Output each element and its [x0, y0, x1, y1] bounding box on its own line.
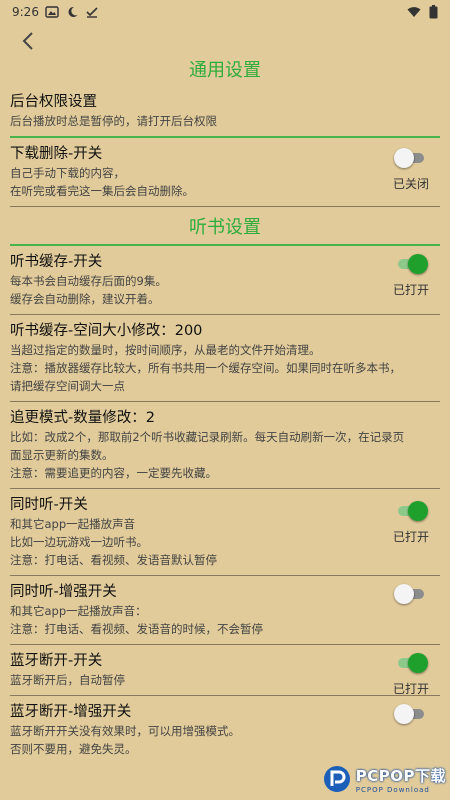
- watermark-sub: PCPOP Download: [355, 785, 430, 794]
- listen-cache-control: 已打开: [388, 254, 434, 298]
- watermark-main: PCPOP下载: [355, 766, 446, 785]
- setting-desc: 否则不要用，避免失灵。: [10, 742, 137, 756]
- download-delete-toggle[interactable]: [394, 148, 428, 168]
- setting-bt-disconnect[interactable]: 蓝牙断开-开关 蓝牙断开后，自动暂停 已打开: [10, 645, 440, 696]
- setting-follow-mode[interactable]: 追更模式-数量修改：2 比如：改成2个，那取前2个听书收藏记录刷新。每天自动刷新…: [10, 402, 440, 489]
- back-button[interactable]: [14, 27, 42, 55]
- setting-desc: 比如一边玩游戏一边听书。: [10, 535, 148, 549]
- setting-background-permission[interactable]: 后台权限设置 后台播放时总是暂停的，请打开后台权限: [10, 86, 440, 136]
- setting-desc: 自己手动下载的内容，: [10, 166, 125, 180]
- setting-desc: 注意：打电话、看视频、发语音默认暂停: [10, 553, 217, 567]
- simul-enhanced-control: [388, 584, 434, 604]
- setting-download-delete[interactable]: 下载删除-开关 自己手动下载的内容， 在听完或看完这一集后会自动删除。 已关闭: [10, 138, 440, 207]
- setting-desc: 缓存会自动删除，建议开着。: [10, 292, 160, 306]
- bt-enhanced-toggle[interactable]: [394, 704, 428, 724]
- setting-title: 同时听-开关: [10, 497, 88, 513]
- setting-desc: 每本书会自动缓存后面的9集。: [10, 274, 167, 288]
- setting-desc: 面显示更新的集数。: [10, 448, 114, 462]
- setting-desc: 和其它app一起播放声音: [10, 517, 136, 531]
- setting-title: 同时听-增强开关: [10, 584, 117, 600]
- photo-notification-icon: [45, 6, 59, 18]
- toggle-state-label: 已打开: [392, 682, 429, 696]
- section-title-listen: 听书设置: [189, 217, 261, 238]
- setting-listen-cache[interactable]: 听书缓存-开关 每本书会自动缓存后面的9集。 缓存会自动删除，建议开着。 已打开: [10, 246, 440, 315]
- setting-desc: 注意：需要追更的内容，一定要先收藏。: [10, 466, 217, 480]
- simul-listen-toggle[interactable]: [394, 501, 428, 521]
- setting-desc: 蓝牙断开开关没有效果时，可以用增强模式。: [10, 724, 240, 738]
- top-bar: [0, 24, 450, 58]
- watermark-text: PCPOP下载 PCPOP Download: [356, 765, 446, 794]
- simul-enhanced-toggle[interactable]: [394, 584, 428, 604]
- chevron-left-icon: [22, 32, 33, 50]
- setting-title: 听书缓存-开关: [10, 254, 103, 270]
- setting-title: 听书缓存-空间大小修改：200: [10, 323, 203, 339]
- setting-title: 追更模式-数量修改：2: [10, 410, 155, 426]
- watermark: PCPOP下载 PCPOP Download: [322, 764, 446, 794]
- toggle-state-label: 已打开: [392, 283, 429, 297]
- toggle-thumb: [394, 148, 414, 168]
- setting-desc: 蓝牙断开后，自动暂停: [10, 673, 125, 687]
- pcpop-logo-icon: [323, 766, 350, 792]
- download-done-icon: [86, 7, 98, 18]
- setting-bt-enhanced[interactable]: 蓝牙断开-增强开关 蓝牙断开开关没有效果时，可以用增强模式。 否则不要用，避免失…: [10, 696, 440, 764]
- toggle-thumb: [408, 501, 428, 521]
- setting-desc: 注意：播放器缓存比较大，所有书共用一个缓存空间。如果同时在听多本书，: [10, 361, 401, 375]
- listen-cache-toggle[interactable]: [394, 254, 428, 274]
- toggle-state-label: 已关闭: [392, 177, 429, 191]
- toggle-thumb: [408, 254, 428, 274]
- setting-desc: 后台播放时总是暂停的，请打开后台权限: [10, 114, 217, 128]
- setting-desc: 请把缓存空间调大一点: [10, 379, 125, 393]
- moon-notification-icon: [68, 6, 78, 17]
- toggle-thumb: [394, 704, 414, 724]
- simul-listen-control: 已打开: [388, 501, 434, 545]
- toggle-thumb: [394, 584, 414, 604]
- setting-desc: 当超过指定的数量时，按时间顺序，从最老的文件开始清理。: [10, 343, 321, 357]
- setting-desc: 和其它app一起播放声音：: [10, 604, 147, 618]
- toggle-state-label: 已打开: [392, 530, 429, 544]
- setting-title: 蓝牙断开-开关: [10, 653, 103, 669]
- setting-title: 后台权限设置: [10, 94, 97, 110]
- download-delete-control: 已关闭: [388, 148, 434, 192]
- setting-simul-listen[interactable]: 同时听-开关 和其它app一起播放声音 比如一边玩游戏一边听书。 注意：打电话、…: [10, 489, 440, 576]
- status-time: 9:26: [12, 5, 39, 19]
- toggle-thumb: [408, 653, 428, 673]
- bt-disconnect-control: 已打开: [388, 653, 434, 697]
- setting-desc: 比如：改成2个，那取前2个听书收藏记录刷新。每天自动刷新一次，在记录页: [10, 430, 405, 444]
- battery-icon: [429, 5, 438, 19]
- wifi-icon: [407, 7, 421, 17]
- setting-desc: 注意：打电话、看视频、发语音的时候，不会暂停: [10, 622, 263, 636]
- bt-enhanced-control: [388, 704, 434, 724]
- setting-title: 下载删除-开关: [10, 146, 103, 162]
- setting-simul-enhanced[interactable]: 同时听-增强开关 和其它app一起播放声音： 注意：打电话、看视频、发语音的时候…: [10, 576, 440, 645]
- bt-disconnect-toggle[interactable]: [394, 653, 428, 673]
- status-bar: 9:26: [0, 0, 450, 24]
- setting-cache-size[interactable]: 听书缓存-空间大小修改：200 当超过指定的数量时，按时间顺序，从最老的文件开始…: [10, 315, 440, 402]
- setting-desc: 在听完或看完这一集后会自动删除。: [10, 184, 194, 198]
- setting-title: 蓝牙断开-增强开关: [10, 704, 132, 720]
- section-title-general: 通用设置: [189, 60, 261, 81]
